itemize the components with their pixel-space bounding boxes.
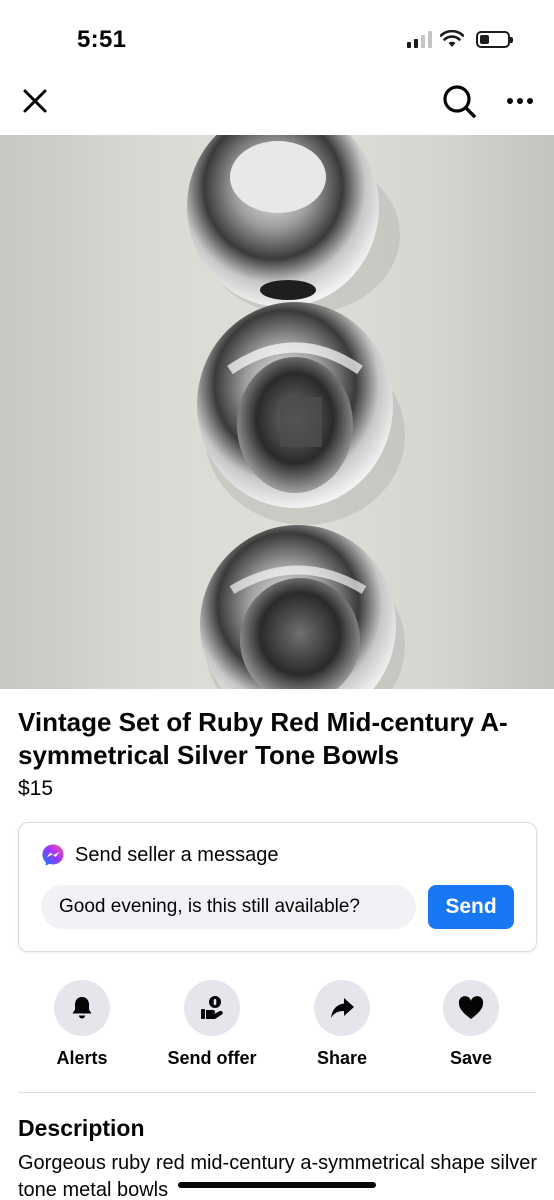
heart-icon [458,996,484,1019]
status-icons [407,30,513,48]
bowls-image [187,135,405,689]
listing-photo[interactable] [0,135,554,689]
signal-icon [407,30,432,48]
message-input[interactable]: Good evening, is this still available? [41,885,416,929]
message-header: Send seller a message [41,843,278,867]
description-text: Gorgeous ruby red mid-century a-symmetri… [18,1152,538,1200]
alerts-circle [54,980,110,1036]
share-label: Share [316,1048,368,1068]
listing-price: $15 [18,777,54,800]
wifi-icon [440,30,464,47]
send-offer-circle [184,980,240,1036]
more-icon-dot [517,98,523,104]
messenger-icon [42,844,64,866]
search-icon [443,85,476,118]
share-circle [314,980,370,1036]
close-button[interactable] [18,84,52,118]
status-time: 5:51 [77,26,127,53]
battery-icon [476,30,513,48]
listing-title: Vintage Set of Ruby Red Mid-century A-sy… [18,707,508,770]
description-heading: Description [18,1115,145,1141]
save-button[interactable]: Save [406,980,536,1069]
status-bar: 5:51 [0,0,554,80]
alerts-button[interactable]: Alerts [17,980,147,1069]
more-icon-dot [507,98,513,104]
message-title: Send seller a message [75,843,279,866]
nav-bar [0,78,554,134]
close-icon [23,89,47,113]
share-button[interactable]: Share [277,980,407,1069]
home-indicator[interactable] [178,1182,376,1188]
more-icon-dot [527,98,533,104]
save-circle [443,980,499,1036]
send-offer-button[interactable]: Send offer [147,980,277,1069]
section-divider [18,1092,536,1093]
offer-icon [201,996,223,1019]
save-label: Save [449,1048,493,1068]
action-bar: Alerts Send offer Share Save [0,980,554,1070]
send-offer-label: Send offer [167,1048,257,1068]
bell-icon [72,997,92,1019]
share-icon [331,998,354,1018]
alerts-label: Alerts [56,1048,108,1068]
search-button[interactable] [440,82,478,120]
message-seller-card: Send seller a message Good evening, is t… [18,822,537,952]
send-button[interactable]: Send [428,885,514,929]
more-button[interactable] [500,84,540,118]
